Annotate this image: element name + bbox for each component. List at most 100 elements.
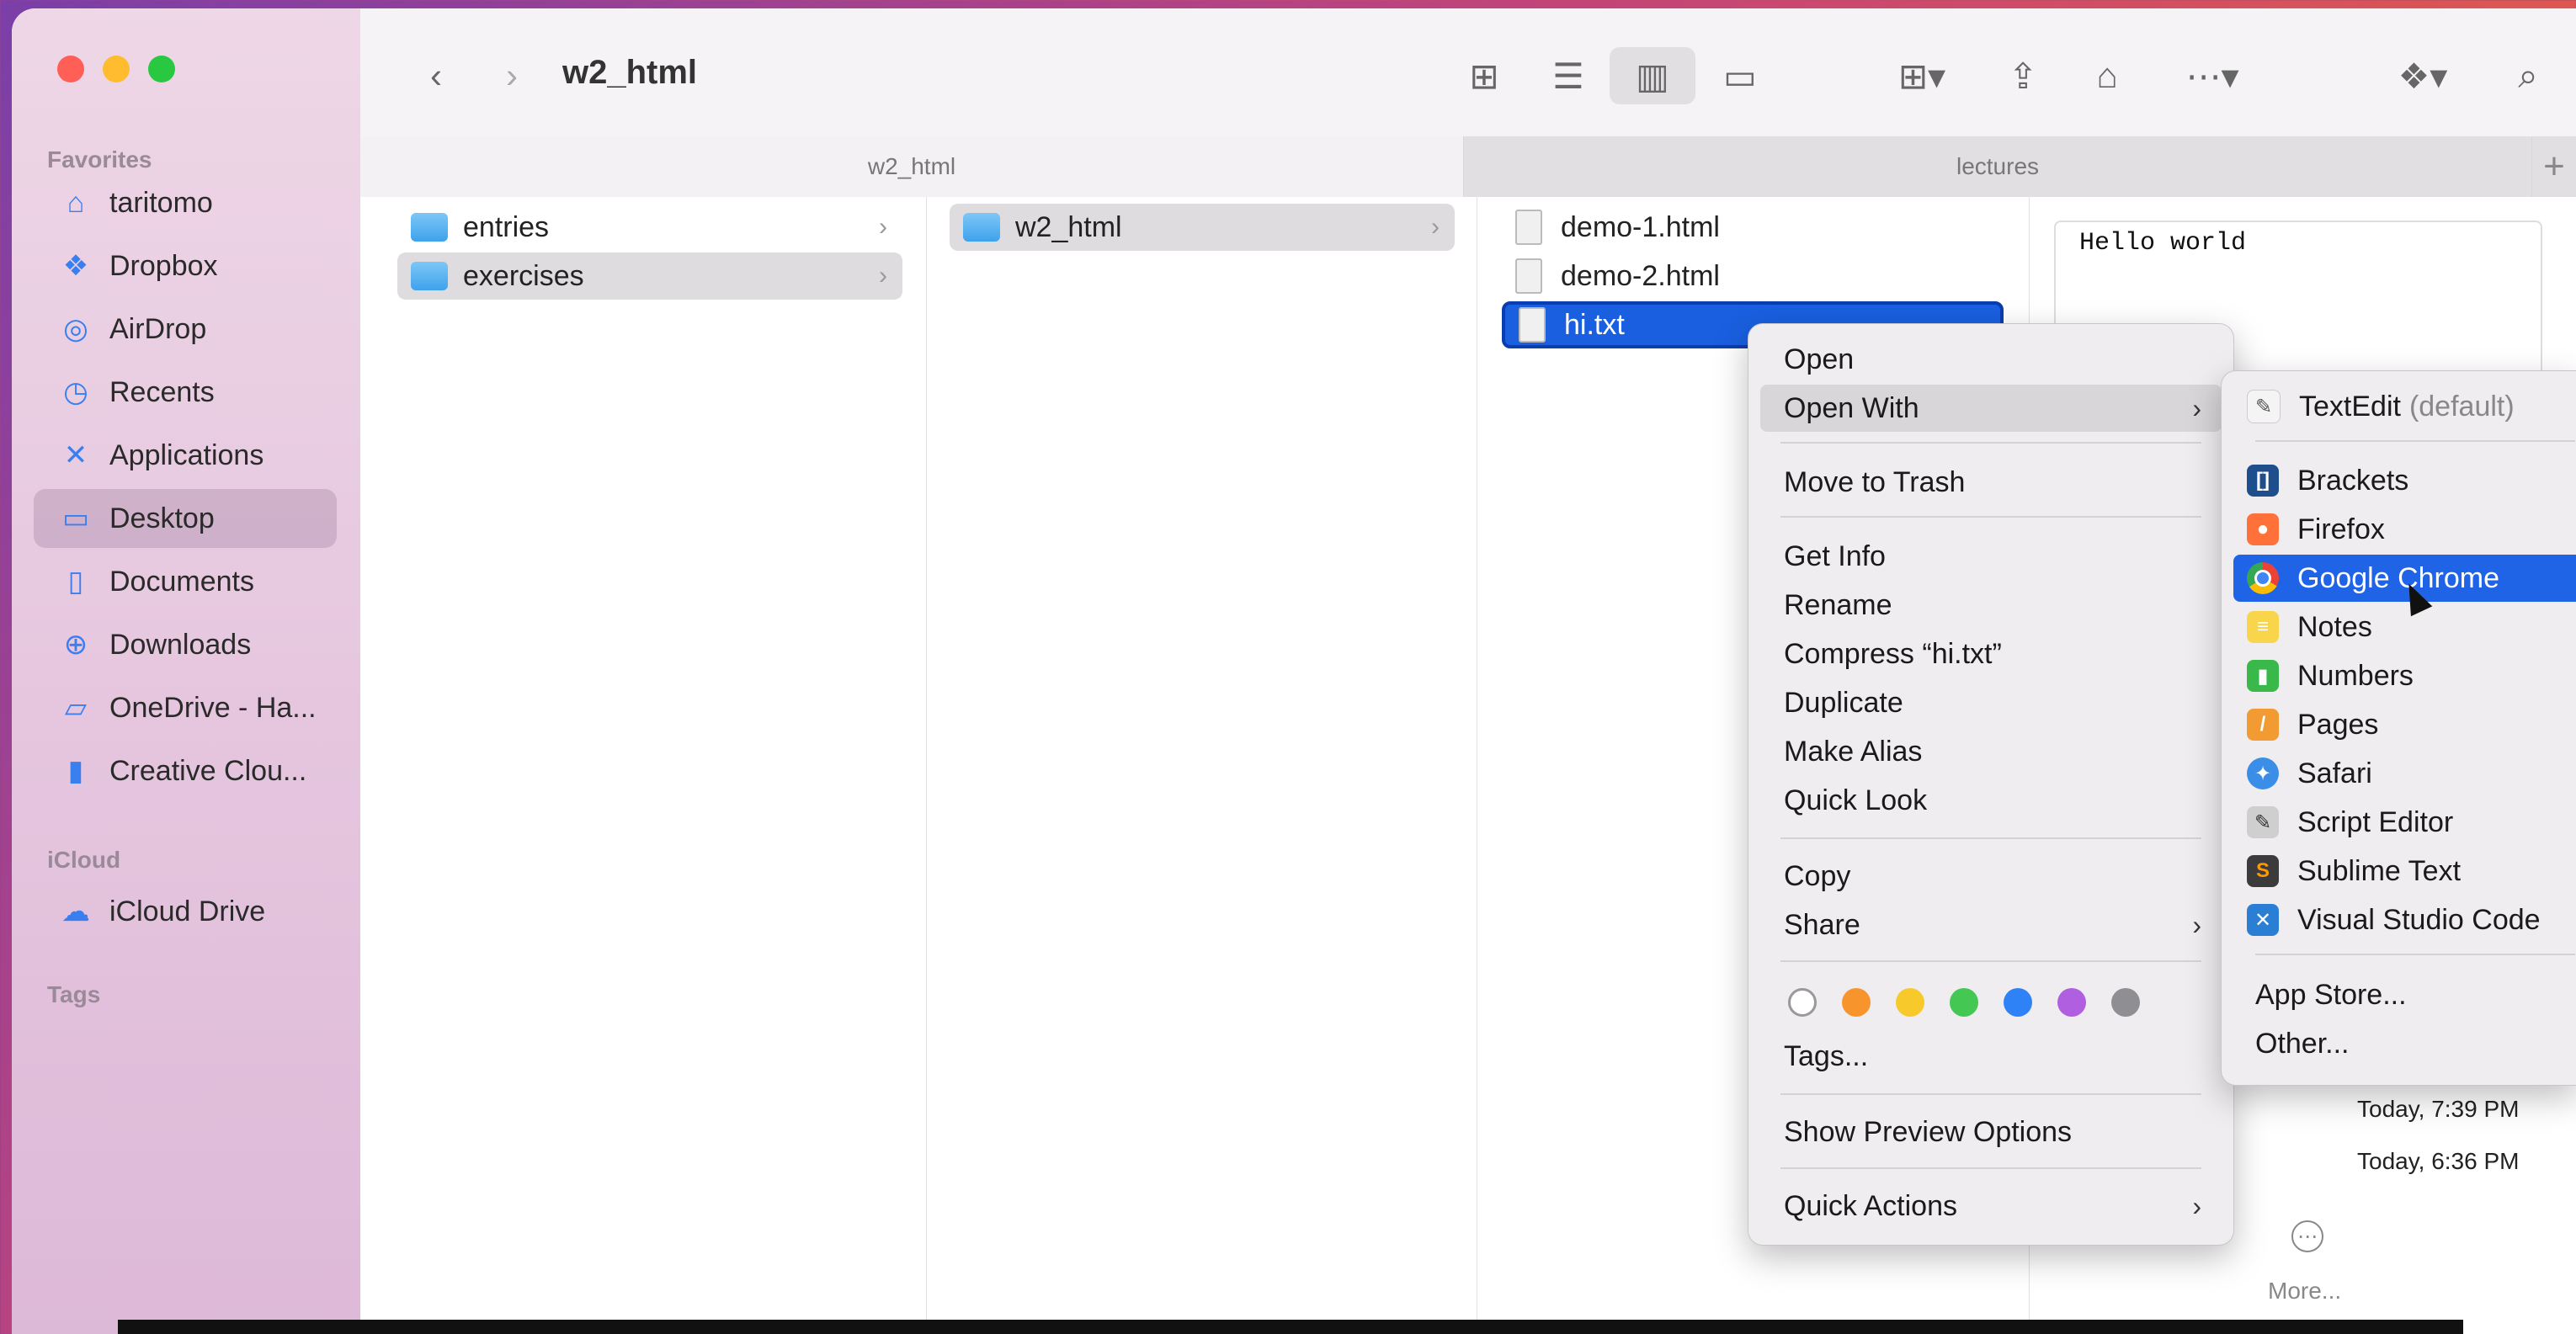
- new-tab-button[interactable]: +: [2532, 136, 2576, 197]
- submenu-item-script-editor[interactable]: ✎ Script Editor: [2233, 799, 2576, 846]
- menu-item-move-to-trash[interactable]: Move to Trash: [1760, 459, 2222, 506]
- zoom-window-button[interactable]: [148, 56, 175, 82]
- more-button-label[interactable]: More...: [2268, 1278, 2341, 1305]
- submenu-separator: [2255, 440, 2575, 442]
- submenu-item-sublime-text[interactable]: S Sublime Text: [2233, 848, 2576, 895]
- document-icon: ▯: [67, 566, 84, 598]
- tag-color-green[interactable]: [1950, 988, 1978, 1017]
- pages-icon: /: [2247, 709, 2279, 741]
- sidebar-item-dropbox[interactable]: ❖ Dropbox: [34, 237, 337, 295]
- gallery-icon: ▭: [1723, 56, 1757, 96]
- menu-item-quick-look[interactable]: Quick Look: [1760, 777, 2222, 824]
- sidebar-item-airdrop[interactable]: ◎ AirDrop: [34, 300, 337, 359]
- submenu-item-firefox[interactable]: ● Firefox: [2233, 506, 2576, 553]
- menu-separator: [1780, 1167, 2201, 1169]
- submenu-item-brackets[interactable]: [] Brackets: [2233, 457, 2576, 504]
- menu-item-open[interactable]: Open: [1760, 336, 2222, 383]
- dropbox-toolbar-button[interactable]: ❖▾: [2381, 47, 2465, 104]
- tag-color-blue[interactable]: [2004, 988, 2032, 1017]
- list-view-button[interactable]: ☰: [1530, 47, 1606, 104]
- preview-date-opened: Today, 6:36 PM: [2357, 1148, 2520, 1174]
- submenu-item-app-store[interactable]: App Store...: [2255, 979, 2407, 1012]
- back-button[interactable]: ‹: [411, 47, 461, 104]
- tag-button[interactable]: ⌂: [2078, 47, 2137, 104]
- submenu-separator: [2255, 954, 2575, 955]
- forward-button[interactable]: ›: [487, 47, 537, 104]
- folder-row-entries[interactable]: entries ›: [397, 204, 902, 251]
- menu-item-duplicate[interactable]: Duplicate: [1760, 679, 2222, 726]
- sidebar-section-favorites: Favorites: [47, 146, 152, 173]
- menu-item-share[interactable]: Share ›: [1760, 901, 2222, 949]
- chevron-right-icon: ›: [879, 262, 887, 290]
- menu-item-rename[interactable]: Rename: [1760, 582, 2222, 629]
- ellipsis-icon: ⋯▾: [2185, 56, 2239, 96]
- menu-item-show-preview-options[interactable]: Show Preview Options: [1760, 1108, 2222, 1156]
- tab-lectures[interactable]: lectures: [1464, 136, 2532, 197]
- menu-item-tags[interactable]: Tags...: [1760, 1033, 2222, 1080]
- share-icon: ⇪: [2008, 56, 2038, 96]
- menu-item-get-info[interactable]: Get Info: [1760, 533, 2222, 580]
- tag-color-gray[interactable]: [2111, 988, 2140, 1017]
- file-icon: [1515, 210, 1542, 245]
- more-icon[interactable]: ⋯: [2291, 1220, 2323, 1252]
- folder-row-w2-html[interactable]: w2_html ›: [950, 204, 1455, 251]
- sidebar-item-recents[interactable]: ◷ Recents: [34, 363, 337, 422]
- column-1: [374, 197, 927, 1334]
- tag-color-purple[interactable]: [2057, 988, 2086, 1017]
- sidebar-item-desktop[interactable]: ▭ Desktop: [34, 489, 337, 548]
- folder-row-exercises[interactable]: exercises ›: [397, 252, 902, 300]
- sidebar-item-applications[interactable]: ✕ Applications: [34, 426, 337, 485]
- script-editor-icon: ✎: [2247, 806, 2279, 838]
- group-button[interactable]: ⊞▾: [1876, 47, 1968, 104]
- sidebar-item-documents[interactable]: ▯ Documents: [34, 552, 337, 611]
- search-button[interactable]: ⌕: [2499, 47, 2557, 104]
- submenu-item-vscode[interactable]: ✕ Visual Studio Code: [2233, 896, 2576, 943]
- house-icon: ⌂: [67, 186, 85, 219]
- sidebar-item-downloads[interactable]: ⊕ Downloads: [34, 615, 337, 674]
- airdrop-icon: ◎: [63, 313, 88, 345]
- submenu-item-numbers[interactable]: ▮ Numbers: [2233, 652, 2576, 699]
- grid-icon: ⊞: [1469, 56, 1499, 96]
- menu-item-compress[interactable]: Compress “hi.txt”: [1760, 630, 2222, 678]
- menu-item-open-with[interactable]: Open With ›: [1760, 385, 2222, 432]
- file-row-demo-2[interactable]: demo-2.html: [1502, 252, 2007, 300]
- vscode-icon: ✕: [2247, 904, 2279, 936]
- menu-separator: [1780, 516, 2201, 518]
- brackets-icon: []: [2247, 465, 2279, 497]
- firefox-icon: ●: [2247, 513, 2279, 545]
- bottom-bar: [118, 1320, 2463, 1334]
- submenu-item-pages[interactable]: / Pages: [2233, 701, 2576, 748]
- close-window-button[interactable]: [57, 56, 84, 82]
- chrome-icon: [2247, 562, 2279, 594]
- preview-date-modified: Today, 7:39 PM: [2357, 1096, 2520, 1122]
- submenu-item-notes[interactable]: ≡ Notes: [2233, 603, 2576, 651]
- icon-view-button[interactable]: ⊞: [1446, 47, 1522, 104]
- sidebar-item-creative-cloud[interactable]: ▮ Creative Clou...: [34, 741, 337, 800]
- tag-color-none[interactable]: [1788, 988, 1817, 1017]
- menu-item-make-alias[interactable]: Make Alias: [1760, 728, 2222, 775]
- file-icon: [1519, 307, 1546, 343]
- menu-separator: [1780, 837, 2201, 839]
- minimize-window-button[interactable]: [103, 56, 130, 82]
- tag-color-yellow[interactable]: [1896, 988, 1924, 1017]
- plus-icon: +: [2543, 146, 2565, 187]
- column-view-button[interactable]: ▥: [1610, 47, 1695, 104]
- sidebar-item-icloud-drive[interactable]: ☁ iCloud Drive: [34, 882, 337, 941]
- submenu-item-other[interactable]: Other...: [2255, 1028, 2350, 1060]
- submenu-item-textedit[interactable]: ✎ TextEdit (default): [2233, 383, 2576, 430]
- menu-item-quick-actions[interactable]: Quick Actions ›: [1760, 1183, 2222, 1230]
- tag-color-orange[interactable]: [1842, 988, 1871, 1017]
- file-row-demo-1[interactable]: demo-1.html: [1502, 204, 2007, 251]
- sidebar-item-taritomo[interactable]: ⌂ taritomo: [34, 173, 337, 232]
- submenu-item-safari[interactable]: ✦ Safari: [2233, 750, 2576, 797]
- tab-bar: w2_html lectures +: [360, 136, 2576, 197]
- action-button[interactable]: ⋯▾: [2170, 47, 2254, 104]
- context-menu: Open Open With › Move to Trash Get Info R…: [1748, 323, 2234, 1246]
- sidebar-item-onedrive[interactable]: ▱ OneDrive - Ha...: [34, 678, 337, 737]
- tab-w2-html[interactable]: w2_html: [360, 136, 1464, 197]
- menu-item-copy[interactable]: Copy: [1760, 853, 2222, 900]
- textedit-icon: ✎: [2247, 390, 2281, 423]
- gallery-view-button[interactable]: ▭: [1702, 47, 1778, 104]
- share-button[interactable]: ⇪: [1993, 47, 2052, 104]
- file-icon: [1515, 258, 1542, 294]
